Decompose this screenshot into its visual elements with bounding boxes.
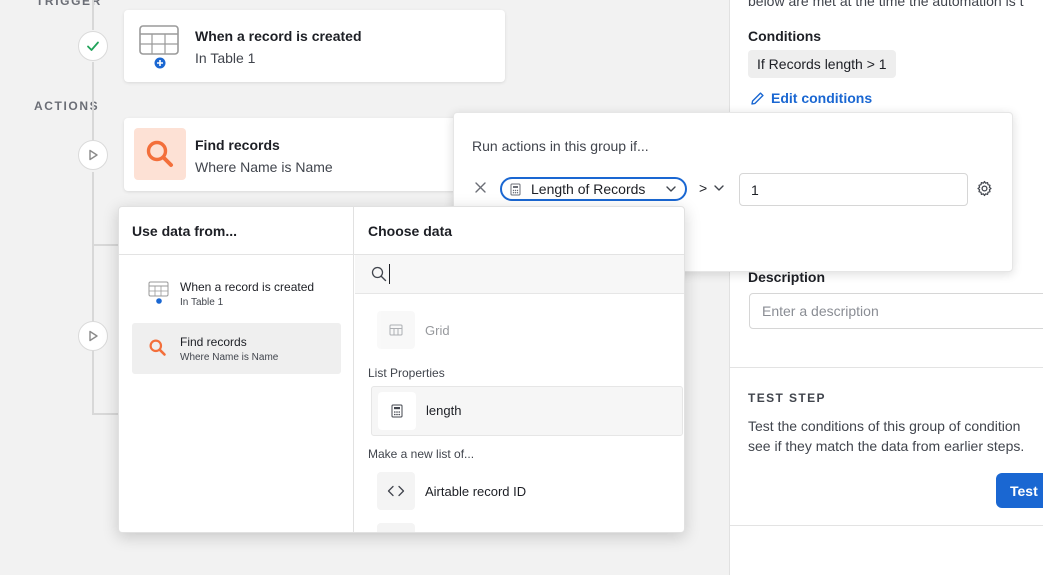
condition-summary-chip: If Records length > 1 (748, 50, 896, 78)
field-row-length[interactable]: length (371, 386, 683, 436)
use-data-from-header: Use data from... (132, 223, 238, 239)
test-step-heading: TEST STEP (748, 391, 826, 405)
search-icon (371, 266, 387, 282)
flow-rail-lower (92, 172, 94, 415)
field-grid-label: Grid (425, 322, 450, 338)
play-icon (89, 149, 98, 161)
table-icon (148, 281, 169, 304)
description-placeholder: Enter a description (762, 303, 879, 319)
search-icon (149, 339, 166, 356)
flow-branch-line-1 (92, 244, 120, 246)
trigger-status-node (78, 31, 108, 61)
description-input[interactable]: Enter a description (749, 293, 1043, 329)
pencil-icon (751, 91, 764, 105)
calculator-icon (510, 183, 521, 195)
next-field-icon-peek (377, 523, 415, 532)
calculator-icon (378, 392, 416, 430)
field-row-airtable-record-id[interactable]: Airtable record ID (377, 472, 526, 510)
trigger-card[interactable]: When a record is created In Table 1 (124, 10, 505, 82)
remove-condition-button[interactable] (474, 181, 487, 199)
test-button[interactable]: Test (996, 473, 1043, 508)
condition-value-input[interactable]: 1 (739, 173, 968, 206)
flow-branch-line-2 (92, 413, 120, 415)
actions-section-label: ACTIONS (34, 99, 100, 113)
field-length-label: length (426, 403, 462, 418)
condition-field-label: Length of Records (531, 181, 646, 197)
chevron-down-icon (666, 186, 676, 192)
operator-select[interactable]: > (699, 180, 725, 196)
source-find-subtitle: Where Name is Name (180, 352, 279, 363)
test-step-line-1: Test the conditions of this group of con… (748, 418, 1021, 434)
table-icon (138, 24, 182, 75)
trigger-card-title: When a record is created (195, 28, 362, 44)
panel-intro-text: below are met at the time the automation… (748, 0, 1024, 9)
condition-value: 1 (751, 182, 759, 198)
search-icon (146, 140, 173, 167)
code-icon (377, 472, 415, 510)
source-trigger-subtitle: In Table 1 (180, 297, 224, 308)
source-find-title: Find records (180, 335, 247, 349)
choose-data-header: Choose data (368, 223, 453, 239)
play-icon (89, 330, 98, 342)
picker-left-header-divider (119, 254, 354, 255)
find-card-title: Find records (195, 137, 280, 153)
flow-rail-mid (92, 62, 94, 140)
list-properties-label: List Properties (368, 366, 445, 380)
condition-field-select[interactable]: Length of Records (500, 177, 687, 201)
conditional-group-node[interactable] (78, 321, 108, 351)
source-item-trigger[interactable]: When a record is created In Table 1 (132, 273, 341, 318)
conditions-popover-title: Run actions in this group if... (472, 138, 649, 154)
trigger-card-subtitle: In Table 1 (195, 50, 256, 66)
test-step-line-2: see if they match the data from earlier … (748, 438, 1025, 454)
gear-icon (977, 180, 992, 197)
grid-icon (377, 311, 415, 349)
data-picker-popover: Use data from... When a record is create… (118, 206, 685, 533)
find-records-card[interactable]: Find records Where Name is Name (124, 118, 464, 191)
close-icon (475, 182, 486, 193)
panel-divider-2 (730, 525, 1043, 526)
field-row-grid[interactable]: Grid (377, 311, 450, 349)
chevron-down-icon (714, 185, 724, 191)
source-trigger-title: When a record is created (180, 280, 315, 294)
operator-label: > (699, 180, 708, 196)
source-item-find-records[interactable]: Find records Where Name is Name (132, 323, 341, 374)
condition-settings-button[interactable] (976, 180, 993, 202)
choose-data-search-bar[interactable] (355, 255, 684, 294)
panel-divider-1 (730, 367, 1043, 368)
field-airtable-id-label: Airtable record ID (425, 483, 527, 499)
find-records-icon-tile (134, 128, 186, 180)
find-card-subtitle: Where Name is Name (195, 159, 333, 175)
choose-data-search-input[interactable] (389, 264, 669, 284)
edit-conditions-label: Edit conditions (771, 90, 873, 106)
find-step-node[interactable] (78, 140, 108, 170)
conditions-heading: Conditions (748, 28, 822, 44)
check-icon (87, 41, 99, 51)
edit-conditions-link[interactable]: Edit conditions (750, 90, 872, 106)
flow-rail-top (92, 0, 94, 30)
make-new-list-label: Make a new list of... (368, 447, 475, 461)
